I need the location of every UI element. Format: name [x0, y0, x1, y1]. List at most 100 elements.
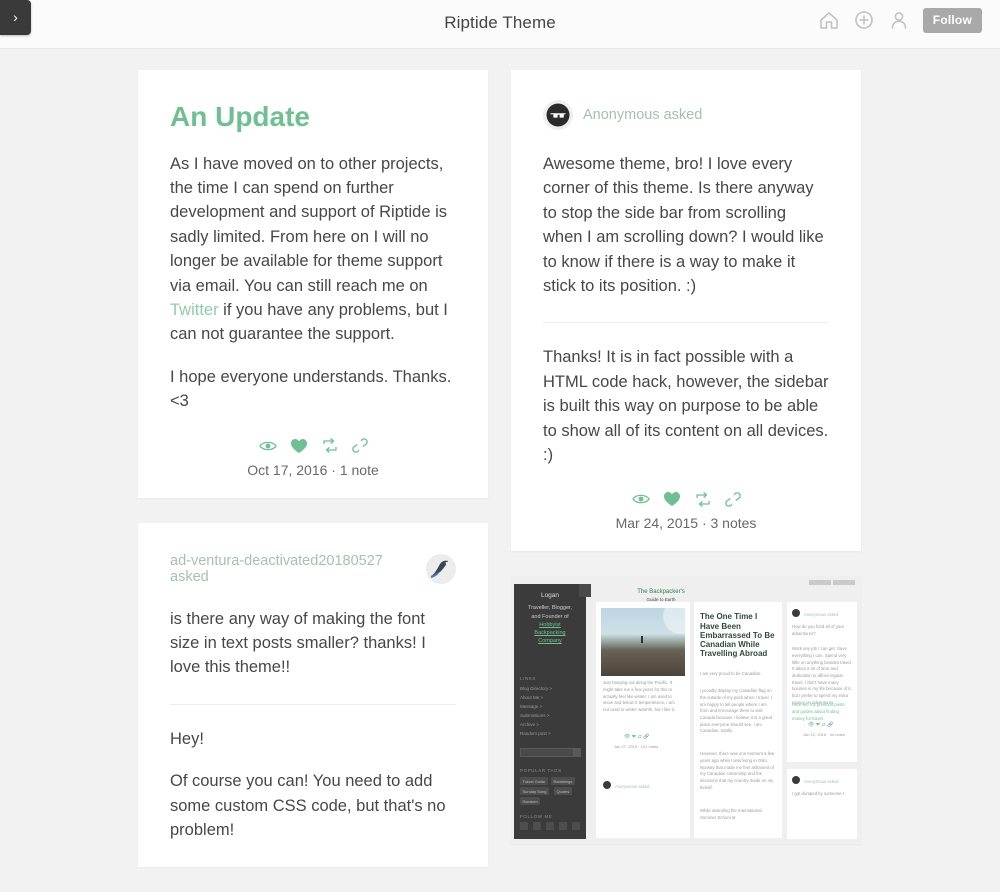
ask-divider: [543, 322, 829, 324]
preview-photo-meta: Jan 27, 2015 · 102 notes: [614, 744, 659, 750]
paragraph: is there any way of making the font size…: [170, 609, 426, 677]
preview-photo-caption: Just hanging out along the Pacific. It m…: [603, 680, 676, 713]
preview-footer-icons[interactable]: 👁❤⇄🔗: [808, 722, 835, 728]
add-circle-icon[interactable]: [853, 9, 875, 32]
preview-top-right-buttons[interactable]: [809, 580, 855, 586]
logo-sub: Guide to Earth: [646, 597, 676, 603]
preview-asker-name: Anonymous asked: [615, 784, 650, 790]
preview-link-item[interactable]: Submissions >: [520, 713, 549, 718]
link-icon[interactable]: [724, 492, 741, 507]
twitter-icon[interactable]: [533, 822, 541, 831]
post-text: As I have moved on to other projects, th…: [170, 152, 456, 414]
bird-avatar-icon: [426, 553, 456, 584]
preview-article-headline[interactable]: The One Time I Have Been Embarrassed To …: [700, 612, 776, 658]
post-photo-preview: Logan Traveller, Blogger, and Founder of…: [511, 576, 861, 845]
preview-ask-meta: Jan 22, 2015 · 44 notes: [803, 732, 846, 738]
post-question: is there any way of making the font size…: [170, 607, 456, 680]
preview-tag[interactable]: Ramblings: [551, 777, 575, 786]
post-answer: Thanks! It is in fact possible with a HT…: [543, 345, 829, 467]
sun-glow: [663, 608, 685, 635]
ask-header: Anonymous asked: [543, 100, 829, 130]
tagline-link-3[interactable]: Company: [538, 638, 562, 644]
follow-button[interactable]: Follow: [922, 8, 982, 33]
twitter-link[interactable]: Twitter: [170, 301, 219, 319]
post-footer: Mar 24, 2015 · 3 notes: [511, 491, 861, 535]
preview-tag[interactable]: Quotes: [554, 787, 572, 796]
preview-link-item[interactable]: Archive >: [520, 722, 539, 727]
preview-search-input[interactable]: [520, 748, 580, 758]
preview-tag[interactable]: Random: [520, 797, 541, 806]
telegram-icon[interactable]: [572, 822, 580, 831]
asker-name[interactable]: Anonymous asked: [583, 107, 702, 123]
sunglasses-avatar-icon: [543, 100, 573, 130]
preview-links-label: LINKS: [520, 676, 537, 682]
post-ask-anonymous: Anonymous asked Awesome theme, bro! I lo…: [511, 70, 861, 552]
reblog-icon[interactable]: [694, 492, 712, 507]
link-icon[interactable]: [351, 438, 368, 453]
preview-button[interactable]: [833, 580, 855, 586]
preview-follow-label: FOLLOW ME: [520, 814, 553, 820]
theme-preview-screenshot[interactable]: Logan Traveller, Blogger, and Founder of…: [511, 576, 861, 845]
heart-icon[interactable]: [663, 491, 681, 507]
paragraph: Of course you can! You need to add some …: [170, 772, 446, 840]
home-icon[interactable]: [818, 9, 840, 32]
post-body: ad-ventura-deactivated20180527 asked is …: [138, 523, 488, 867]
post-question: Awesome theme, bro! I love every corner …: [543, 152, 829, 298]
paragraph: Thanks! It is in fact possible with a HT…: [543, 348, 829, 465]
paragraph: I hope everyone understands. Thanks. <3: [170, 367, 452, 411]
tagline-link-1[interactable]: Hobbyist: [539, 622, 560, 628]
preview-link-item[interactable]: Message >: [520, 704, 542, 709]
post-an-update: An Update As I have moved on to other pr…: [138, 70, 488, 498]
footer-icons: [138, 438, 488, 454]
preview-article-p3: However, there was one moment a few year…: [700, 751, 775, 790]
preview-article-p1: I am very proud to be Canadian.: [700, 671, 762, 677]
preview-asker-name: Anonymous asked: [804, 612, 839, 618]
user-icon[interactable]: [888, 9, 910, 32]
top-bar: › Riptide Theme Follow: [0, 0, 1000, 49]
preview-link-item[interactable]: About Me >: [520, 695, 543, 700]
preview-search-button[interactable]: [573, 748, 581, 758]
post-body: An Update As I have moved on to other pr…: [138, 70, 488, 438]
post-meta: Oct 17, 2016 · 1 note: [247, 461, 379, 478]
topbar-actions: Follow: [818, 8, 982, 33]
paragraph: Awesome theme, bro! I love every corner …: [543, 155, 824, 296]
reblog-icon[interactable]: [321, 438, 339, 454]
post-meta: Mar 24, 2015 · 3 notes: [615, 515, 757, 532]
eye-icon[interactable]: [631, 492, 650, 506]
asker-name[interactable]: ad-ventura-deactivated20180527 asked: [170, 553, 416, 585]
preview-link-item[interactable]: Random post >: [520, 731, 551, 736]
preview-tag[interactable]: Travel Guide: [520, 777, 548, 786]
rss-icon[interactable]: [559, 822, 567, 831]
post-title: An Update: [170, 101, 310, 132]
preview-link-item[interactable]: Blog Directory >: [520, 686, 552, 691]
ask-divider: [170, 703, 456, 705]
preview-tagline: Traveller, Blogger, and Founder of Hobby…: [519, 604, 581, 645]
instagram-icon[interactable]: [520, 822, 528, 831]
preview-asker-name: Anonymous asked: [804, 779, 839, 785]
post-answer: Hey! Of course you can! You need to add …: [170, 727, 456, 843]
paragraph: Hey!: [170, 729, 204, 748]
preview-tags-label: POPULAR TAGS: [520, 768, 562, 774]
footer-icons: [511, 491, 861, 507]
preview-ask-answer: Work any job I can get. Save everything …: [792, 646, 852, 705]
logo-main: The Backpacker's: [637, 589, 685, 596]
pinterest-icon[interactable]: [546, 822, 554, 831]
preview-blog-name: Logan: [540, 592, 560, 600]
preview-ask-question-2: I got dumped by someone I: [792, 791, 845, 797]
post-footer: Oct 17, 2016 · 1 note: [138, 438, 488, 482]
preview-button[interactable]: [809, 580, 831, 586]
paragraph-lead: As I have moved on to other projects, th…: [170, 154, 448, 295]
tagline-line-1: Traveller, Blogger,: [527, 605, 573, 612]
eye-icon[interactable]: [258, 439, 277, 453]
column-right: Anonymous asked Awesome theme, bro! I lo…: [511, 70, 861, 869]
preview-ask-question: How do you fund all of your adventures?: [792, 624, 845, 637]
heart-icon[interactable]: [290, 438, 308, 454]
preview-footer-icons[interactable]: 👁❤⇄🔗: [624, 734, 651, 740]
tagline-link-2[interactable]: Backpacking: [534, 630, 565, 636]
post-ask-adventura: ad-ventura-deactivated20180527 asked is …: [138, 522, 488, 867]
post-body: Anonymous asked Awesome theme, bro! I lo…: [511, 70, 861, 491]
preview-ask-answer-link[interactable]: Here are my previous posts and guides ab…: [792, 702, 852, 722]
preview-article-p4: While attending the International Summer…: [700, 808, 762, 821]
preview-article-p2: I proudly display my Canadian flag on th…: [700, 688, 773, 734]
preview-tag[interactable]: Sunday Song: [520, 787, 550, 796]
